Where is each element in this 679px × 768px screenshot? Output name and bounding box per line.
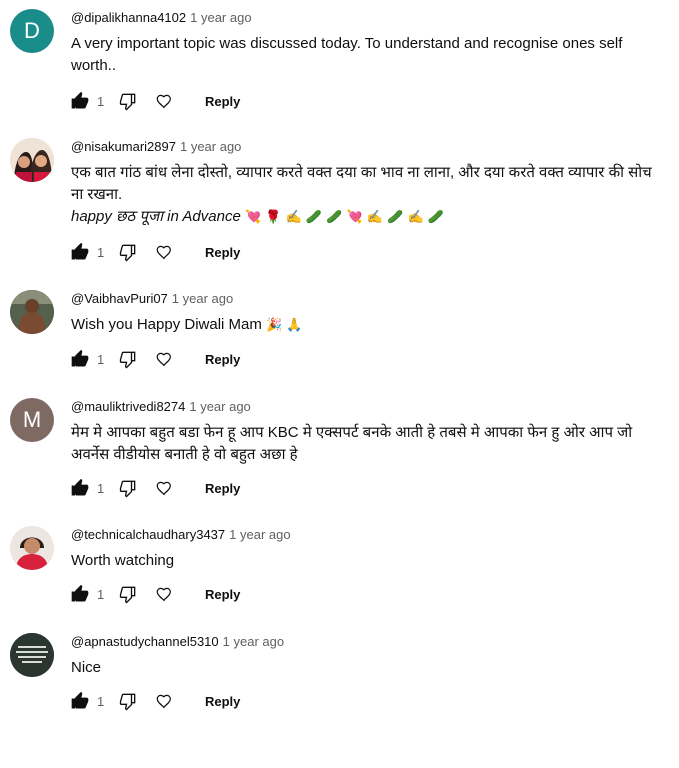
reply-button[interactable]: Reply [205, 245, 240, 260]
reply-button[interactable]: Reply [205, 481, 240, 496]
comment-text-words: Wish you Happy Diwali Mam [71, 316, 262, 333]
heart-icon[interactable] [153, 348, 175, 370]
avatar-photo [10, 526, 54, 570]
thumb-up-icon[interactable] [69, 241, 91, 263]
comment-header: @technicalchaudhary3437 1 year ago [71, 526, 665, 544]
comment-actions: 1 Reply [69, 240, 240, 264]
thumb-down-icon[interactable] [117, 477, 139, 499]
like-count: 1 [97, 93, 105, 109]
reply-button[interactable]: Reply [205, 587, 240, 602]
comment-actions: 1 Reply [69, 347, 240, 371]
comment-text: Nice [71, 659, 102, 676]
comment-actions: 1 Reply [69, 689, 240, 713]
thumb-down-icon[interactable] [117, 90, 139, 112]
comment-time[interactable]: 1 year ago [190, 10, 251, 25]
comment-header: @apnastudychannel5310 1 year ago [71, 633, 665, 651]
comment-body: @dipalikhanna4102 1 year ago A very impor… [71, 9, 665, 77]
reply-button[interactable]: Reply [205, 694, 240, 709]
like-count: 1 [97, 244, 105, 260]
reply-button[interactable]: Reply [205, 352, 240, 367]
comment-author[interactable]: @dipalikhanna4102 [71, 10, 186, 25]
comment-body: @mauliktrivedi8274 1 year ago मेम मे आपका… [71, 398, 665, 466]
thumb-down-icon[interactable] [117, 690, 139, 712]
comment-body: @technicalchaudhary3437 1 year ago Worth … [71, 526, 665, 572]
reply-button[interactable]: Reply [205, 94, 240, 109]
avatar[interactable]: M [10, 398, 54, 442]
avatar[interactable] [10, 290, 54, 334]
thumb-up-icon[interactable] [69, 583, 91, 605]
avatar-photo [10, 138, 54, 182]
thumb-up-icon[interactable] [69, 477, 91, 499]
comment-header: @VaibhavPuri07 1 year ago [71, 290, 665, 308]
comment-time[interactable]: 1 year ago [189, 399, 250, 414]
heart-icon[interactable] [153, 583, 175, 605]
comment-actions: 1 Reply [69, 476, 240, 500]
like-count: 1 [97, 351, 105, 367]
heart-icon[interactable] [153, 477, 175, 499]
comment-text: एक बात गांठ बांध लेना दोस्तो, व्यापार कर… [71, 164, 652, 203]
comment-header: @mauliktrivedi8274 1 year ago [71, 398, 665, 416]
comment-text: Worth watching [71, 552, 175, 569]
comment-text-extra: happy छठ पूजा in Advance 💘 🌹 ✍️ 🥒 🥒 💘 ✍️… [71, 206, 665, 229]
comment-time[interactable]: 1 year ago [229, 527, 290, 542]
thumb-down-icon[interactable] [117, 348, 139, 370]
avatar[interactable] [10, 138, 54, 182]
comment-body: @VaibhavPuri07 1 year ago Wish you Happy … [71, 290, 665, 337]
thumb-down-icon[interactable] [117, 583, 139, 605]
comment-header: @dipalikhanna4102 1 year ago [71, 9, 665, 27]
avatar[interactable] [10, 633, 54, 677]
comment-text: Wish you Happy Diwali Mam 🎉 🙏 [71, 314, 665, 337]
thumb-up-icon[interactable] [69, 690, 91, 712]
avatar[interactable] [10, 526, 54, 570]
thumb-down-icon[interactable] [117, 241, 139, 263]
comment-author[interactable]: @VaibhavPuri07 [71, 291, 168, 306]
like-count: 1 [97, 586, 105, 602]
comment-author[interactable]: @nisakumari2897 [71, 139, 176, 154]
comment-actions: 1 Reply [69, 582, 240, 606]
comment-text: मेम मे आपका बहुत बडा फेन हू आप KBC मे एक… [71, 424, 633, 463]
comment-header: @nisakumari2897 1 year ago [71, 138, 665, 156]
like-count: 1 [97, 480, 105, 496]
avatar-photo [10, 290, 54, 334]
avatar-photo [10, 633, 54, 677]
avatar-letter: M [22, 407, 42, 432]
thumb-up-icon[interactable] [69, 90, 91, 112]
comment-body: @apnastudychannel5310 1 year ago Nice [71, 633, 665, 679]
heart-icon[interactable] [153, 690, 175, 712]
comment-author[interactable]: @mauliktrivedi8274 [71, 399, 185, 414]
comment-body: @nisakumari2897 1 year ago एक बात गांठ बा… [71, 138, 665, 229]
comment-text-extra-words: happy छठ पूजा in Advance [71, 208, 241, 225]
comment-time[interactable]: 1 year ago [180, 139, 241, 154]
thumb-up-icon[interactable] [69, 348, 91, 370]
comment-time[interactable]: 1 year ago [223, 634, 284, 649]
avatar[interactable]: D [10, 9, 54, 53]
comment-text: A very important topic was discussed tod… [71, 35, 623, 74]
comment-actions: 1 Reply [69, 89, 240, 113]
comment-author[interactable]: @apnastudychannel5310 [71, 634, 219, 649]
comment-time[interactable]: 1 year ago [172, 291, 233, 306]
heart-icon[interactable] [153, 241, 175, 263]
heart-icon[interactable] [153, 90, 175, 112]
emoji-sequence: 🎉 🙏 [266, 318, 303, 333]
like-count: 1 [97, 693, 105, 709]
comment-author[interactable]: @technicalchaudhary3437 [71, 527, 225, 542]
emoji-sequence: 💘 🌹 ✍️ 🥒 🥒 💘 ✍️ 🥒 ✍️ 🥒 [244, 210, 445, 225]
avatar-letter: D [24, 18, 40, 43]
